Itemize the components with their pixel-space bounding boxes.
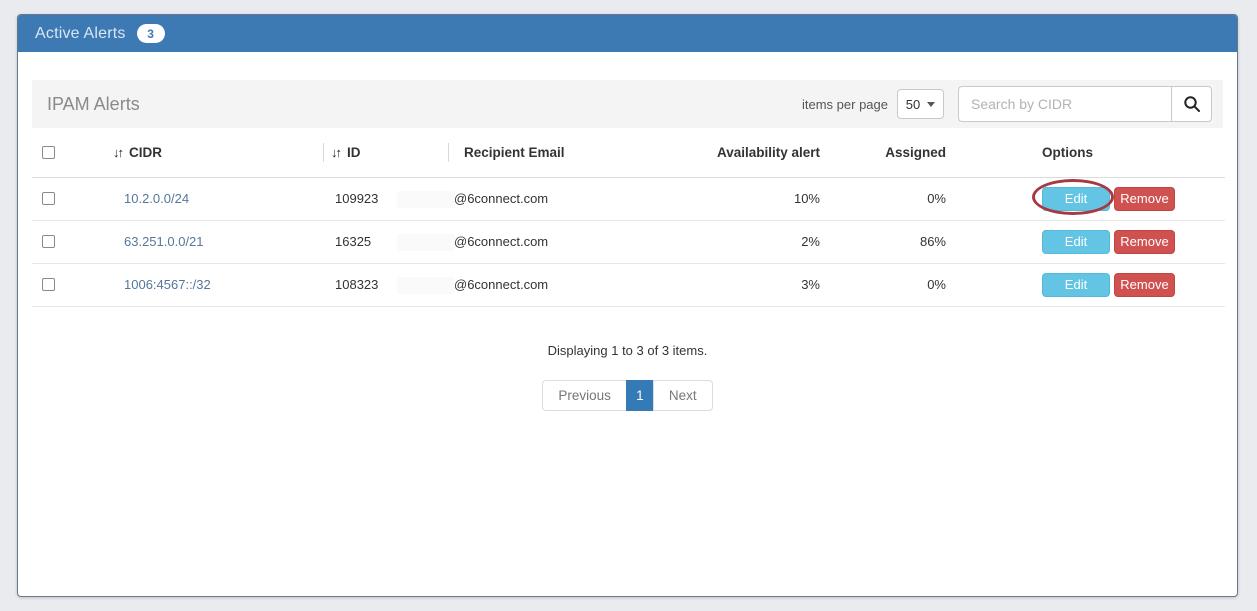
email-domain: @6connect.com: [454, 234, 549, 249]
column-header-options: Options: [953, 128, 1225, 178]
active-alerts-window: Active Alerts 3 IPAM Alerts items per pa…: [17, 14, 1238, 597]
availability-alert-cell: 2%: [689, 220, 831, 264]
ipam-alerts-table: ↓↑ CIDR ↓↑ ID Recipient Email Availability…: [32, 128, 1225, 307]
column-header-recipient-email: Recipient Email: [448, 128, 689, 178]
search-input[interactable]: [958, 86, 1171, 122]
email-domain: @6connect.com: [454, 191, 549, 206]
email-domain: @6connect.com: [454, 277, 549, 292]
window-titlebar: Active Alerts 3: [18, 15, 1237, 52]
email-cell: @6connect.com: [397, 263, 689, 307]
row-checkbox[interactable]: [42, 192, 55, 205]
availability-alert-cell: 3%: [689, 263, 831, 307]
assigned-cell: 86%: [831, 220, 953, 264]
items-per-page-value: 50: [905, 96, 921, 112]
column-header-assigned: Assigned: [831, 128, 953, 178]
row-checkbox[interactable]: [42, 278, 55, 291]
panel-header: IPAM Alerts items per page 50: [32, 80, 1223, 128]
pagination: Previous 1 Next: [18, 379, 1237, 411]
results-summary: Displaying 1 to 3 of 3 items.: [547, 342, 708, 358]
redacted-username: [397, 276, 455, 294]
remove-button[interactable]: Remove: [1114, 186, 1175, 211]
assigned-cell: 0%: [831, 177, 953, 221]
column-header-cidr[interactable]: ↓↑ CIDR: [107, 128, 323, 178]
pagination-page-1-button[interactable]: 1: [625, 379, 654, 411]
items-per-page-label: items per page: [802, 96, 888, 112]
pagination-previous-button[interactable]: Previous: [542, 379, 627, 411]
panel-title: IPAM Alerts: [47, 93, 140, 114]
column-header-label: Recipient Email: [464, 144, 565, 160]
search-group: [958, 86, 1212, 122]
table-header-row: ↓↑ CIDR ↓↑ ID Recipient Email Availability…: [32, 128, 1225, 178]
table-row: 63.251.0.0/21 16325 @6connect.com 2% 86%…: [32, 220, 1225, 264]
pagination-next-button[interactable]: Next: [652, 379, 713, 411]
select-all-checkbox[interactable]: [42, 145, 55, 159]
row-checkbox[interactable]: [42, 235, 55, 248]
edit-button[interactable]: Edit: [1042, 186, 1110, 211]
column-header-id[interactable]: ↓↑ ID: [323, 128, 448, 178]
column-header-label: Availability alert: [716, 144, 820, 160]
column-header-label: Options: [1042, 144, 1093, 160]
availability-alert-cell: 10%: [689, 177, 831, 221]
column-header-availability-alert: Availability alert: [689, 128, 831, 178]
assigned-cell: 0%: [831, 263, 953, 307]
remove-button[interactable]: Remove: [1114, 272, 1175, 297]
column-header-label: ID: [347, 144, 361, 160]
items-per-page-select[interactable]: 50: [897, 89, 944, 119]
edit-button[interactable]: Edit: [1042, 229, 1110, 254]
table-row: 1006:4567::/32 108323 @6connect.com 3% 0…: [32, 263, 1225, 307]
sort-icon: ↓↑: [331, 144, 342, 160]
redacted-username: [397, 233, 455, 251]
cidr-link[interactable]: 63.251.0.0/21: [124, 234, 204, 249]
email-cell: @6connect.com: [397, 177, 689, 221]
cidr-link[interactable]: 10.2.0.0/24: [124, 191, 189, 206]
redacted-username: [397, 190, 455, 208]
table-row: 10.2.0.0/24 109923 @6connect.com 10% 0% …: [32, 177, 1225, 221]
cidr-link[interactable]: 1006:4567::/32: [124, 277, 211, 292]
edit-button[interactable]: Edit: [1042, 272, 1110, 297]
magnifier-icon: [1183, 96, 1200, 112]
remove-button[interactable]: Remove: [1114, 229, 1175, 254]
column-header-label: Assigned: [885, 144, 946, 160]
window-title: Active Alerts: [35, 24, 126, 42]
alert-count-badge: 3: [136, 24, 165, 43]
search-button[interactable]: [1171, 86, 1212, 122]
sort-icon: ↓↑: [113, 144, 124, 160]
email-cell: @6connect.com: [397, 220, 689, 264]
column-header-label: CIDR: [129, 144, 162, 160]
chevron-down-icon: [927, 101, 936, 107]
